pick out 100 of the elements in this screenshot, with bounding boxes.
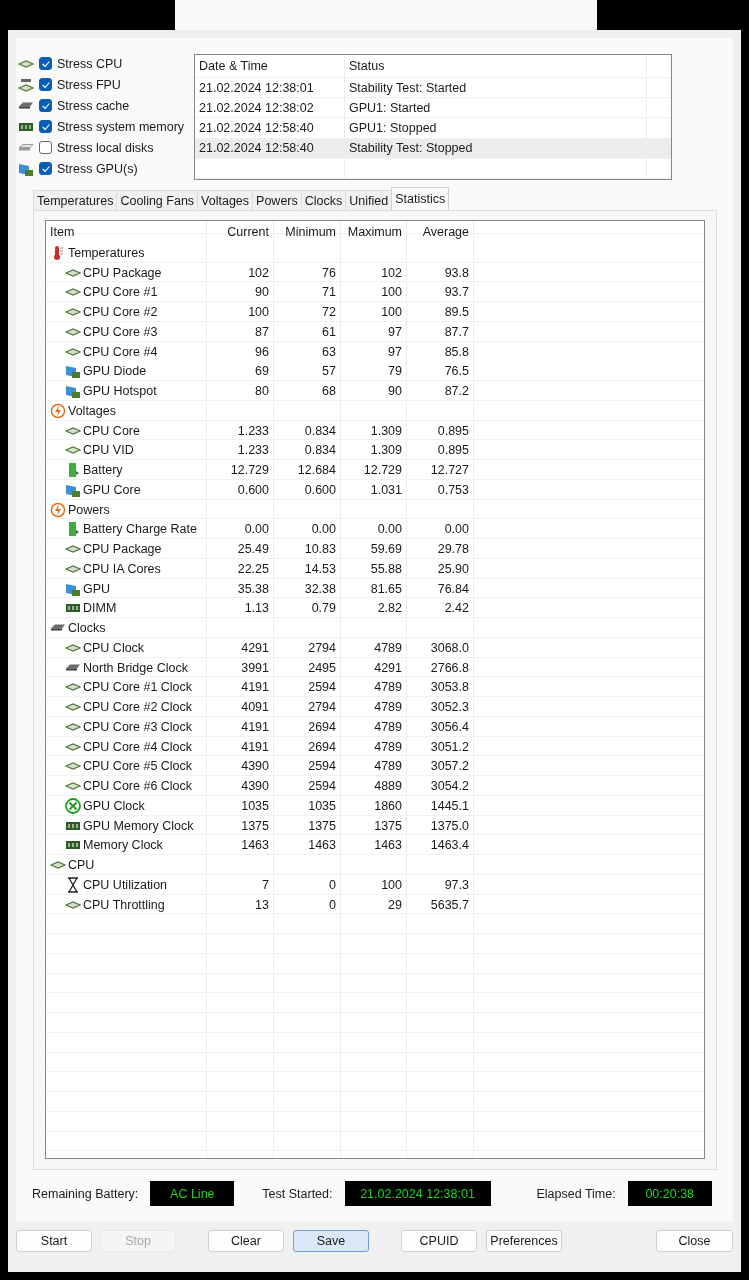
sensor-label[interactable]: CPU Core #3 Clock [83, 719, 193, 734]
table-cell: 0.895 [437, 423, 469, 438]
checkbox[interactable] [39, 141, 52, 154]
table-cell: 2594 [308, 779, 336, 794]
group-label[interactable]: CPU [68, 858, 95, 873]
table-cell: 90 [255, 285, 269, 300]
table-cell: 1463 [374, 838, 402, 853]
sensor-label[interactable]: Battery [83, 463, 123, 478]
group-label[interactable]: Powers [68, 502, 110, 517]
column-header[interactable]: Item [46, 221, 207, 243]
sensor-label[interactable]: CPU Core #4 [83, 344, 158, 359]
sensor-label[interactable]: GPU Core [83, 482, 141, 497]
sensor-label[interactable]: CPU Package [83, 542, 162, 557]
sensor-label[interactable]: CPU VID [83, 443, 134, 458]
tab[interactable]: Cooling Fans [116, 190, 199, 210]
checkbox-label[interactable]: Stress cache [57, 98, 130, 113]
table-cell: 3057.2 [430, 759, 469, 774]
table-cell: 3052.3 [430, 700, 469, 715]
tab[interactable]: Clocks [300, 190, 347, 210]
table-cell: 0.00 [244, 522, 269, 537]
sensor-label[interactable]: CPU Core #3 [83, 324, 158, 339]
table-cell: 1.13 [244, 601, 269, 616]
button[interactable]: CPUID [401, 1230, 477, 1252]
table-cell: 4291 [241, 640, 269, 655]
checkbox[interactable] [39, 78, 52, 91]
table-cell: 100 [381, 305, 402, 320]
table-cell: 100 [248, 305, 269, 320]
checkbox-label[interactable]: Stress system memory [57, 119, 185, 134]
sensor-label[interactable]: GPU [83, 581, 111, 596]
tab[interactable]: Powers [252, 190, 302, 210]
table-cell: 3051.2 [430, 739, 469, 754]
sensor-label[interactable]: CPU Utilization [83, 877, 168, 892]
table-cell: 2594 [308, 680, 336, 695]
button[interactable]: Save [293, 1230, 369, 1252]
tab[interactable]: Temperatures [33, 190, 118, 210]
checkbox[interactable] [39, 162, 52, 175]
group-label[interactable]: Temperatures [68, 245, 145, 260]
sensor-label[interactable]: North Bridge Clock [83, 660, 188, 675]
table-cell: 97.3 [444, 877, 469, 892]
log-row[interactable]: 21.02.2024 12:58:40 Stability Test: Stopped [195, 138, 671, 159]
button[interactable]: Preferences [486, 1230, 562, 1252]
checkbox-label[interactable]: Stress GPU(s) [57, 161, 138, 176]
table-cell: 0.00 [311, 522, 336, 537]
table-cell: 1375 [308, 818, 336, 833]
checkbox[interactable] [39, 120, 52, 133]
sensor-label[interactable]: CPU Core #4 Clock [83, 739, 193, 754]
tab[interactable]: Voltages [197, 190, 254, 210]
table-cell: 0.00 [377, 522, 402, 537]
table-cell: 4191 [241, 739, 269, 754]
status-display: 21.02.2024 12:38:01 [344, 1181, 491, 1207]
table-cell: 2.42 [444, 601, 469, 616]
log-row[interactable]: 21.02.2024 12:38:01 Stability Test: Started [195, 78, 671, 99]
tab[interactable]: Unified [345, 190, 393, 210]
checkbox-label[interactable]: Stress FPU [57, 77, 121, 92]
table-cell: 90 [388, 384, 402, 399]
checkbox-label[interactable]: Stress CPU [57, 56, 123, 71]
button[interactable]: Close [656, 1230, 733, 1252]
button[interactable]: Clear [208, 1230, 284, 1252]
checkbox-label[interactable]: Stress local disks [57, 140, 154, 155]
table-cell: 79 [388, 364, 402, 379]
sensor-label[interactable]: CPU Core #2 Clock [83, 700, 193, 715]
sensor-label[interactable]: CPU Core #2 [83, 305, 158, 320]
sensor-label[interactable]: GPU Clock [83, 798, 145, 813]
sensor-label[interactable]: Battery Charge Rate [83, 522, 197, 537]
checkbox[interactable] [39, 99, 52, 112]
table-cell: 1035 [241, 798, 269, 813]
tab[interactable]: Statistics [391, 187, 450, 210]
log-row[interactable]: 21.02.2024 12:38:02 GPU1: Started [195, 98, 671, 119]
sensor-label[interactable]: GPU Hotspot [83, 384, 157, 399]
sensor-label[interactable]: CPU Package [83, 265, 162, 280]
table-cell: 4789 [374, 719, 402, 734]
sensor-label[interactable]: CPU Core #1 Clock [83, 680, 193, 695]
column-header[interactable]: Maximum [341, 221, 407, 243]
column-header[interactable]: Minimum [274, 221, 341, 243]
sensor-label[interactable]: GPU Memory Clock [83, 818, 194, 833]
button[interactable]: Start [16, 1230, 92, 1252]
chip-icon [18, 76, 34, 93]
group-label[interactable]: Clocks [68, 621, 106, 636]
sensor-label[interactable]: CPU Core #1 [83, 285, 158, 300]
column-header[interactable]: Average [407, 221, 474, 243]
log-row[interactable]: 21.02.2024 12:58:40 GPU1: Stopped [195, 118, 671, 139]
table-cell: 69 [255, 364, 269, 379]
sensor-label[interactable]: Memory Clock [83, 838, 163, 853]
sensor-label[interactable]: CPU IA Cores [83, 561, 161, 576]
sensor-label[interactable]: CPU Throttling [83, 897, 165, 912]
table-cell: 61 [322, 324, 336, 339]
group-label[interactable]: Voltages [68, 403, 116, 418]
sensor-label[interactable]: CPU Core #6 Clock [83, 779, 193, 794]
sensor-label[interactable]: CPU Core [83, 423, 140, 438]
table-cell: 87 [255, 324, 269, 339]
column-header[interactable]: Status [345, 55, 647, 78]
column-header[interactable]: Date & Time [195, 55, 345, 78]
status-label: Remaining Battery: [32, 1186, 139, 1201]
sensor-label[interactable]: CPU Core #5 Clock [83, 759, 193, 774]
sensor-label[interactable]: GPU Diode [83, 364, 147, 379]
table-cell: 32.38 [304, 581, 336, 596]
sensor-label[interactable]: CPU Clock [83, 640, 145, 655]
sensor-label[interactable]: DIMM [83, 601, 117, 616]
column-header[interactable]: Current [207, 221, 274, 243]
checkbox[interactable] [39, 57, 52, 70]
